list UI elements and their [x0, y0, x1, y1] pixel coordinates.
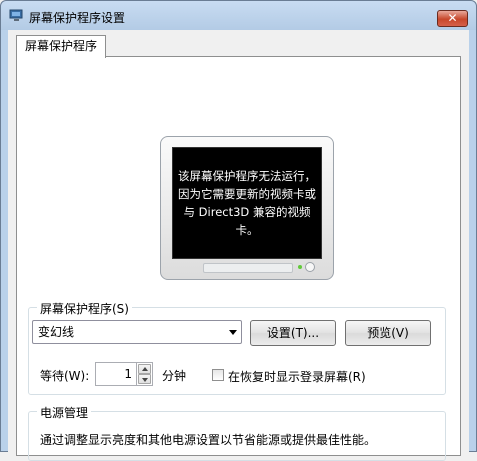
- logon-screen-label[interactable]: 在恢复时显示登录屏幕(R): [228, 368, 366, 385]
- power-group-label: 电源管理: [37, 404, 92, 421]
- close-button[interactable]: ✕: [437, 10, 468, 27]
- screensaver-app-icon: [9, 9, 24, 22]
- wait-unit-label: 分钟: [162, 369, 187, 383]
- settings-button[interactable]: 设置(T)...: [250, 320, 336, 346]
- wait-minutes-input[interactable]: 1: [95, 362, 137, 386]
- tab-screensaver[interactable]: 屏幕保护程序: [16, 35, 107, 58]
- screensaver-group-label: 屏幕保护程序(S): [37, 300, 132, 317]
- monitor-slot: [203, 263, 293, 273]
- logon-screen-checkbox[interactable]: [212, 369, 224, 381]
- wait-label: 等待(W):: [40, 369, 90, 383]
- title-bar[interactable]: 屏幕保护程序设置 ✕: [1, 1, 476, 30]
- preview-button[interactable]: 预览(V): [345, 320, 431, 346]
- screensaver-selected-value: 变幻线: [38, 325, 75, 339]
- stepper-up-icon[interactable]: [138, 364, 151, 374]
- close-icon: ✕: [447, 11, 458, 25]
- preview-message: 该屏幕保护程序无法运行，因为它需要更新的视频卡或与 Direct3D 兼容的视频…: [178, 169, 316, 237]
- chevron-down-icon: [229, 330, 237, 335]
- tab-panel: 该屏幕保护程序无法运行，因为它需要更新的视频卡或与 Direct3D 兼容的视频…: [16, 56, 461, 456]
- screensaver-select[interactable]: 变幻线: [32, 320, 242, 344]
- monitor-power-icon: [305, 262, 315, 272]
- window-title: 屏幕保护程序设置: [29, 11, 126, 25]
- stepper-down-icon[interactable]: [138, 374, 151, 384]
- power-description: 通过调整显示亮度和其他电源设置以节省能源或提供最佳性能。: [40, 433, 377, 447]
- monitor-preview: 该屏幕保护程序无法运行，因为它需要更新的视频卡或与 Direct3D 兼容的视频…: [160, 136, 334, 280]
- wait-stepper: [137, 362, 153, 386]
- preview-screen: 该屏幕保护程序无法运行，因为它需要更新的视频卡或与 Direct3D 兼容的视频…: [172, 147, 322, 259]
- power-led-icon: [298, 265, 302, 269]
